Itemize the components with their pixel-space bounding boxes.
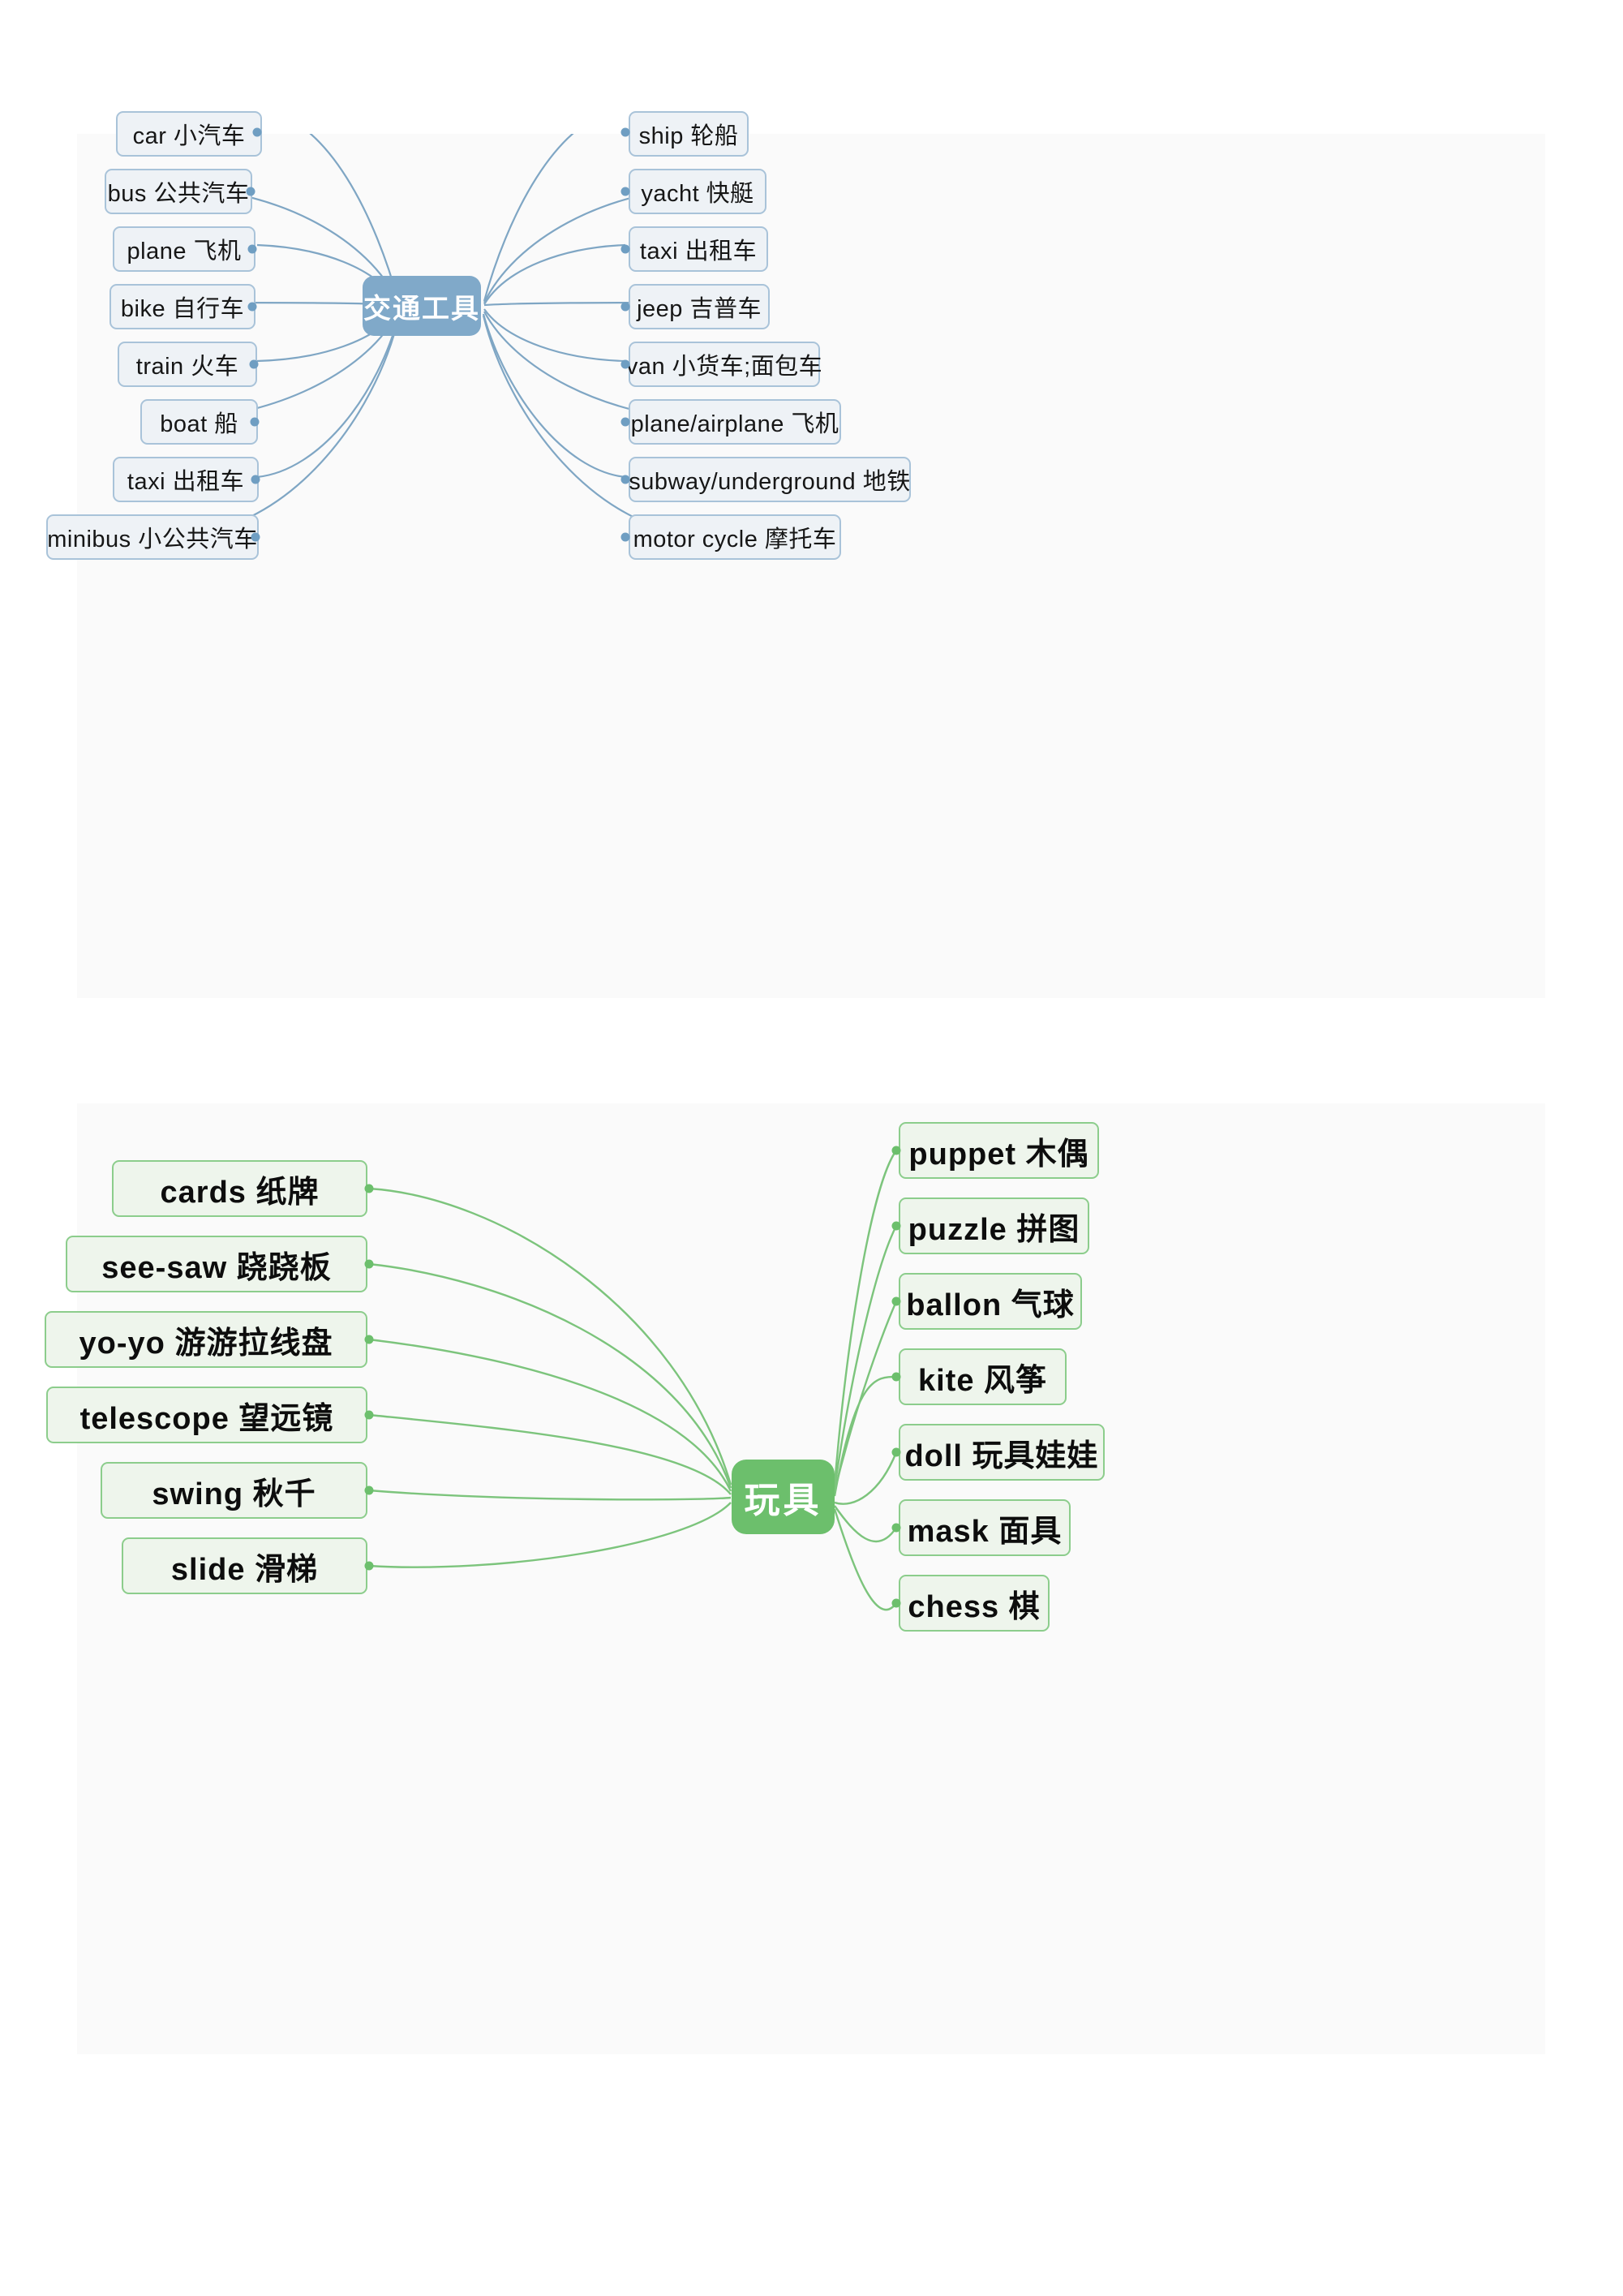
transport-right-node-8[interactable]: motor cycle 摩托车: [629, 514, 841, 560]
transport-right-node-2[interactable]: yacht 快艇: [629, 169, 766, 214]
toys-left-node-4[interactable]: telescope 望远镜: [46, 1387, 367, 1443]
mindmap-transport: car 小汽车 bus 公共汽车 plane 飞机 bike 自行车 train…: [46, 111, 1545, 998]
transport-right-node-5[interactable]: van 小货车;面包车: [626, 342, 822, 387]
toys-root-node[interactable]: 玩具: [732, 1460, 835, 1534]
transport-right-connector-3: [620, 244, 630, 254]
toys-left-connector-4: [364, 1410, 374, 1420]
toys-left-connector-5: [364, 1486, 374, 1495]
transport-left-connector-6: [250, 417, 260, 427]
transport-left-connector-5: [249, 359, 259, 369]
transport-right-connector-5: [620, 359, 630, 369]
transport-root-node[interactable]: 交通工具: [363, 276, 481, 336]
transport-right-node-3[interactable]: taxi 出租车: [629, 226, 768, 272]
toys-left-connector-6: [364, 1561, 374, 1571]
toys-right-connector-4: [891, 1372, 901, 1382]
toys-right-connector-3: [891, 1296, 901, 1306]
transport-right-node-1[interactable]: ship 轮船: [629, 111, 749, 157]
transport-left-node-6[interactable]: boat 船: [140, 399, 258, 445]
toys-right-node-5[interactable]: doll 玩具娃娃: [899, 1424, 1105, 1481]
transport-left-node-2[interactable]: bus 公共汽车: [105, 169, 252, 214]
toys-left-node-3[interactable]: yo-yo 游游拉线盘: [45, 1311, 367, 1368]
transport-right-connector-8: [620, 532, 630, 542]
transport-left-node-3[interactable]: plane 飞机: [113, 226, 255, 272]
toys-right-connector-6: [891, 1523, 901, 1533]
transport-right-node-6[interactable]: plane/airplane 飞机: [629, 399, 841, 445]
toys-right-node-4[interactable]: kite 风筝: [899, 1348, 1067, 1405]
transport-left-connector-4: [247, 302, 257, 312]
toys-right-connector-2: [891, 1221, 901, 1231]
toys-right-node-2[interactable]: puzzle 拼图: [899, 1197, 1089, 1254]
transport-left-node-8[interactable]: minibus 小公共汽车: [46, 514, 259, 560]
transport-right-connector-7: [620, 475, 630, 484]
transport-right-node-4[interactable]: jeep 吉普车: [629, 284, 770, 329]
toys-left-node-1[interactable]: cards 纸牌: [112, 1160, 367, 1217]
transport-right-connector-4: [620, 302, 630, 312]
transport-right-connector-2: [620, 187, 630, 196]
transport-right-connector-6: [620, 417, 630, 427]
transport-right-connector-1: [620, 127, 630, 137]
transport-left-connector-8: [251, 532, 260, 542]
transport-left-connector-7: [251, 475, 260, 484]
transport-left-node-5[interactable]: train 火车: [118, 342, 257, 387]
transport-left-node-7[interactable]: taxi 出租车: [113, 457, 259, 502]
toys-left-connector-3: [364, 1335, 374, 1344]
toys-left-node-5[interactable]: swing 秋千: [101, 1462, 367, 1519]
toys-left-connector-2: [364, 1259, 374, 1269]
toys-right-node-1[interactable]: puppet 木偶: [899, 1122, 1099, 1179]
transport-left-connector-1: [252, 127, 262, 137]
toys-left-node-2[interactable]: see-saw 跷跷板: [66, 1236, 367, 1292]
transport-left-connector-2: [246, 187, 255, 196]
toys-right-node-6[interactable]: mask 面具: [899, 1499, 1071, 1556]
mindmap-toys: cards 纸牌 see-saw 跷跷板 yo-yo 游游拉线盘 telesco…: [45, 1103, 1545, 2054]
toys-right-connector-5: [891, 1447, 901, 1457]
transport-left-connector-3: [247, 244, 257, 254]
transport-left-node-1[interactable]: car 小汽车: [116, 111, 262, 157]
toys-right-node-3[interactable]: ballon 气球: [899, 1273, 1082, 1330]
toys-right-connector-7: [891, 1598, 901, 1608]
toys-left-connector-1: [364, 1184, 374, 1193]
toys-left-node-6[interactable]: slide 滑梯: [122, 1537, 367, 1594]
toys-right-node-7[interactable]: chess 棋: [899, 1575, 1050, 1632]
transport-edges: [180, 134, 702, 536]
transport-right-node-7[interactable]: subway/underground 地铁: [629, 457, 911, 502]
transport-left-node-4[interactable]: bike 自行车: [109, 284, 255, 329]
toys-right-connector-1: [891, 1146, 901, 1155]
